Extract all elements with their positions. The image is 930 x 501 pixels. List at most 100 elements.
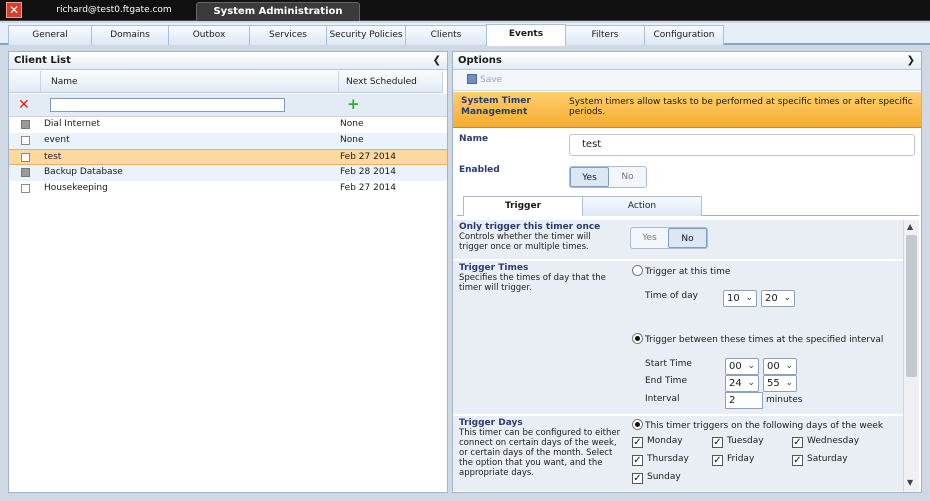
row-next-scheduled: Feb 27 2014 bbox=[340, 152, 397, 162]
trigger-once-no-button[interactable]: No bbox=[668, 228, 707, 248]
start-minute-select[interactable]: 00 ⌄ bbox=[763, 358, 797, 375]
tab-configuration[interactable]: Configuration bbox=[644, 25, 724, 45]
tab-services[interactable]: Services bbox=[249, 25, 327, 45]
row-name: Housekeeping bbox=[44, 183, 108, 193]
wednesday-label: Wednesday bbox=[807, 436, 860, 446]
trigger-times-description: Specifies the times of day that the time… bbox=[459, 273, 606, 293]
time-of-day-hour-select[interactable]: 10 ⌄ bbox=[723, 290, 757, 307]
options-subtabs: Trigger Action bbox=[457, 196, 919, 216]
enabled-label: Enabled bbox=[459, 165, 500, 175]
save-icon bbox=[467, 74, 477, 84]
radio-trigger-at-time[interactable] bbox=[632, 265, 643, 276]
saturday-checkbox[interactable]: ✓ Saturday bbox=[792, 454, 848, 466]
chevron-left-icon[interactable]: ❮ bbox=[433, 52, 441, 69]
end-hour-select[interactable]: 24 ⌄ bbox=[725, 375, 759, 392]
chevron-down-icon: ⌄ bbox=[783, 293, 791, 303]
enabled-no-button[interactable]: No bbox=[609, 167, 646, 187]
tab-action[interactable]: Action bbox=[582, 196, 702, 216]
banner-title: System Timer Management bbox=[461, 96, 531, 117]
days-of-week-label: This timer triggers on the following day… bbox=[645, 421, 884, 431]
tab-security-policies[interactable]: Security Policies bbox=[326, 25, 406, 45]
row-name: event bbox=[44, 135, 70, 145]
check-icon: ✓ bbox=[632, 473, 643, 484]
list-item[interactable]: Dial Internet None bbox=[9, 117, 447, 133]
sunday-checkbox[interactable]: ✓ Sunday bbox=[632, 472, 681, 484]
interval-unit: minutes bbox=[766, 395, 803, 405]
row-checkbox[interactable] bbox=[21, 168, 30, 177]
filter-row: ✕ + bbox=[9, 94, 447, 117]
chevron-down-icon: ⌄ bbox=[745, 293, 753, 303]
row-next-scheduled: Feb 28 2014 bbox=[340, 167, 397, 177]
end-hour-value: 24 bbox=[729, 378, 742, 389]
radio-trigger-between[interactable] bbox=[632, 333, 643, 344]
tab-outbox[interactable]: Outbox bbox=[168, 25, 250, 45]
name-filter-input[interactable] bbox=[50, 98, 285, 112]
tab-system-administration[interactable]: System Administration bbox=[196, 2, 360, 21]
tab-general[interactable]: General bbox=[8, 25, 92, 45]
options-header: Options ❯ bbox=[453, 52, 921, 70]
start-hour-select[interactable]: 00 ⌄ bbox=[725, 358, 759, 375]
chevron-down-icon: ⌄ bbox=[785, 361, 793, 371]
time-of-day-minute-select[interactable]: 20 ⌄ bbox=[761, 290, 795, 307]
name-input[interactable]: test bbox=[569, 134, 915, 156]
user-label: richard@test0.ftgate.com bbox=[56, 5, 172, 15]
column-next-scheduled[interactable]: Next Scheduled bbox=[339, 71, 443, 93]
interval-input[interactable]: 2 bbox=[725, 392, 763, 409]
scroll-up-icon[interactable]: ▲ bbox=[907, 222, 913, 231]
monday-checkbox[interactable]: ✓ Monday bbox=[632, 436, 683, 448]
scrollbar-thumb[interactable] bbox=[906, 235, 917, 377]
row-checkbox[interactable] bbox=[21, 120, 30, 129]
vertical-scrollbar[interactable]: ▲ ▼ bbox=[903, 220, 919, 492]
row-next-scheduled: Feb 27 2014 bbox=[340, 183, 397, 193]
trigger-days-section: Trigger Days This timer can be configure… bbox=[453, 416, 903, 492]
chevron-right-icon[interactable]: ❯ bbox=[907, 52, 915, 69]
column-name[interactable]: Name bbox=[41, 71, 339, 93]
list-item-selected[interactable]: test Feb 27 2014 bbox=[9, 149, 447, 165]
info-banner: System Timer Management System timers al… bbox=[453, 92, 921, 128]
thursday-checkbox[interactable]: ✓ Thursday bbox=[632, 454, 689, 466]
close-icon[interactable]: ✕ bbox=[6, 2, 22, 18]
scroll-down-icon[interactable]: ▼ bbox=[907, 478, 913, 487]
banner-description: System timers allow tasks to be performe… bbox=[569, 97, 913, 117]
saturday-label: Saturday bbox=[807, 454, 848, 464]
tab-trigger[interactable]: Trigger bbox=[463, 196, 583, 216]
monday-label: Monday bbox=[647, 436, 683, 446]
tab-events[interactable]: Events bbox=[486, 24, 566, 46]
save-button[interactable]: Save bbox=[467, 74, 502, 85]
trigger-once-yes-button[interactable]: Yes bbox=[631, 228, 668, 248]
row-name: test bbox=[44, 152, 62, 162]
end-time-label: End Time bbox=[645, 376, 687, 386]
delete-icon[interactable]: ✕ bbox=[18, 97, 30, 113]
name-label: Name bbox=[459, 134, 489, 144]
list-item[interactable]: Backup Database Feb 28 2014 bbox=[9, 165, 447, 181]
check-icon: ✓ bbox=[632, 437, 643, 448]
check-icon: ✓ bbox=[792, 455, 803, 466]
trigger-between-option[interactable]: Trigger between these times at the speci… bbox=[632, 333, 883, 345]
friday-checkbox[interactable]: ✓ Friday bbox=[712, 454, 754, 466]
wednesday-checkbox[interactable]: ✓ Wednesday bbox=[792, 436, 859, 448]
time-of-day-minute-value: 20 bbox=[765, 293, 778, 304]
check-icon: ✓ bbox=[792, 437, 803, 448]
row-checkbox[interactable] bbox=[21, 184, 30, 193]
list-item[interactable]: event None bbox=[9, 133, 447, 149]
end-minute-select[interactable]: 55 ⌄ bbox=[763, 375, 797, 392]
tab-domains[interactable]: Domains bbox=[91, 25, 169, 45]
trigger-once-description: Controls whether the timer will trigger … bbox=[459, 232, 591, 252]
trigger-settings-area: Only trigger this timer once Controls wh… bbox=[453, 220, 921, 492]
thursday-label: Thursday bbox=[647, 454, 689, 464]
row-checkbox[interactable] bbox=[21, 153, 30, 162]
tuesday-checkbox[interactable]: ✓ Tuesday bbox=[712, 436, 764, 448]
plus-icon[interactable]: + bbox=[347, 95, 360, 113]
trigger-at-time-option[interactable]: Trigger at this time bbox=[632, 265, 730, 277]
list-item[interactable]: Housekeeping Feb 27 2014 bbox=[9, 181, 447, 197]
chevron-down-icon: ⌄ bbox=[747, 361, 755, 371]
radio-days-of-week[interactable] bbox=[632, 419, 643, 430]
tab-filters[interactable]: Filters bbox=[565, 25, 645, 45]
enabled-yes-button[interactable]: Yes bbox=[570, 167, 609, 187]
main-tab-bar: General Domains Outbox Services Security… bbox=[0, 23, 930, 46]
start-minute-value: 00 bbox=[767, 361, 780, 372]
trigger-between-label: Trigger between these times at the speci… bbox=[645, 335, 884, 345]
tab-clients[interactable]: Clients bbox=[405, 25, 487, 45]
row-checkbox[interactable] bbox=[21, 136, 30, 145]
days-of-week-option[interactable]: This timer triggers on the following day… bbox=[632, 419, 883, 431]
